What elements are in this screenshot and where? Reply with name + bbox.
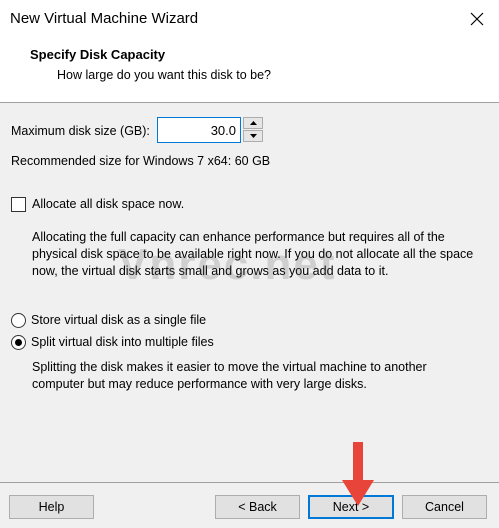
multiple-files-radio[interactable] xyxy=(11,335,26,350)
back-button[interactable]: < Back xyxy=(215,495,300,519)
chevron-up-icon xyxy=(249,121,257,125)
window-title: New Virtual Machine Wizard xyxy=(10,10,199,27)
footer-divider xyxy=(0,482,499,483)
radio-selected-dot xyxy=(15,339,22,346)
close-button[interactable] xyxy=(462,4,492,34)
single-file-radio[interactable] xyxy=(11,313,26,328)
single-file-radio-label[interactable]: Store virtual disk as a single file xyxy=(31,313,206,327)
allocate-checkbox[interactable] xyxy=(11,197,26,212)
page-heading: Specify Disk Capacity xyxy=(30,47,166,62)
spin-down-button[interactable] xyxy=(243,130,263,142)
spin-up-button[interactable] xyxy=(243,117,263,129)
multiple-files-radio-label[interactable]: Split virtual disk into multiple files xyxy=(31,335,214,349)
disk-size-input[interactable] xyxy=(157,117,241,143)
recommended-size-text: Recommended size for Windows 7 x64: 60 G… xyxy=(11,154,271,168)
chevron-down-icon xyxy=(249,134,257,138)
close-icon xyxy=(470,12,484,26)
cancel-button[interactable]: Cancel xyxy=(402,495,487,519)
help-button[interactable]: Help xyxy=(9,495,94,519)
split-description: Splitting the disk makes it easier to mo… xyxy=(32,360,427,391)
disk-size-stepper[interactable] xyxy=(157,117,263,143)
page-subheading: How large do you want this disk to be? xyxy=(57,68,272,82)
annotation-arrow-icon xyxy=(342,442,374,506)
watermark: Vnrec.net xyxy=(118,240,337,289)
allocate-checkbox-label[interactable]: Allocate all disk space now. xyxy=(32,197,184,211)
disk-size-label: Maximum disk size (GB): xyxy=(11,124,150,138)
